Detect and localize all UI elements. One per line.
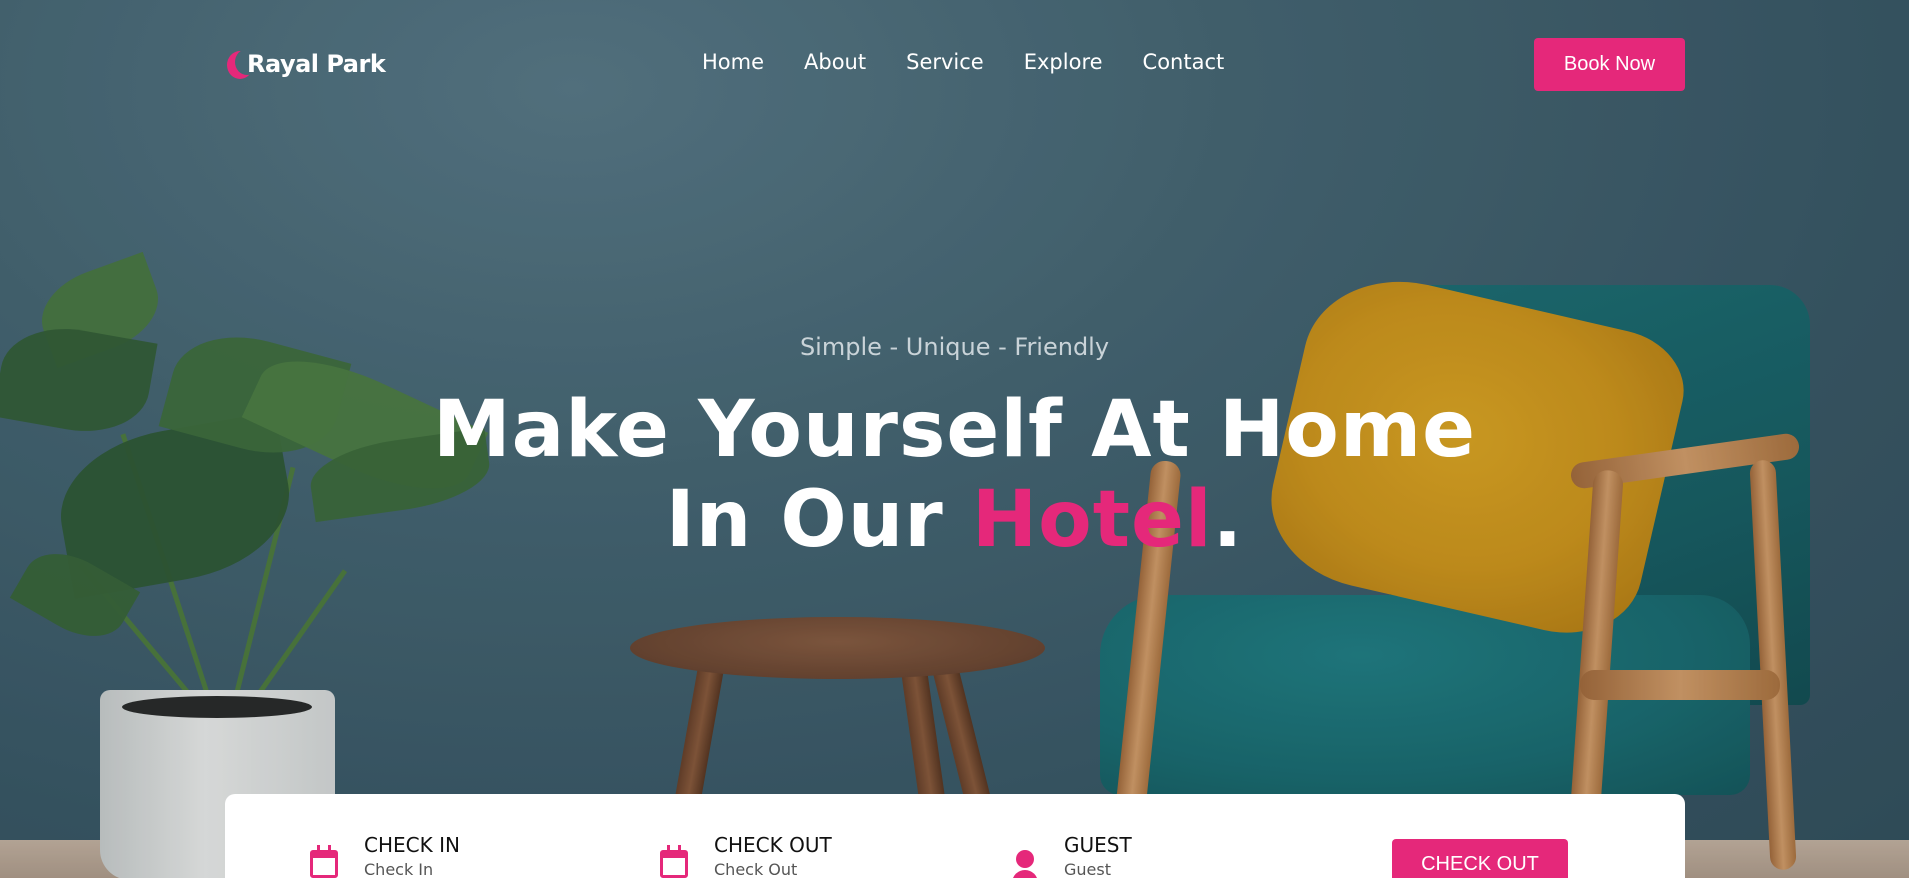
check-out-submit-button[interactable]: CHECK OUT <box>1392 839 1568 878</box>
headline-line-2-suffix: . <box>1212 475 1244 565</box>
calendar-icon <box>310 845 340 878</box>
top-navbar: Rayal Park Home About Service Explore Co… <box>0 0 1909 130</box>
logo-text: Rayal Park <box>247 50 386 78</box>
headline-line-1: Make Yourself At Home <box>433 385 1476 475</box>
check-in-input[interactable]: Check In <box>364 860 460 878</box>
nav-link-about[interactable]: About <box>804 50 866 74</box>
check-out-field[interactable]: CHECK OUT Check Out <box>660 834 832 878</box>
nav-link-contact[interactable]: Contact <box>1143 50 1225 74</box>
calendar-icon <box>660 845 690 878</box>
guest-field[interactable]: GUEST Guest <box>1010 834 1132 878</box>
guest-label: GUEST <box>1064 833 1132 857</box>
nav-link-home[interactable]: Home <box>702 50 764 74</box>
nav-link-explore[interactable]: Explore <box>1024 50 1103 74</box>
book-now-button[interactable]: Book Now <box>1534 38 1685 91</box>
user-icon <box>1010 846 1040 878</box>
logo[interactable]: Rayal Park <box>225 44 386 84</box>
main-menu: Home About Service Explore Contact <box>702 50 1264 74</box>
headline-line-2-prefix: In Our <box>665 475 972 565</box>
hero-tagline: Simple - Unique - Friendly <box>799 333 1110 361</box>
nav-link-service[interactable]: Service <box>906 50 984 74</box>
check-in-field[interactable]: CHECK IN Check In <box>310 834 460 878</box>
headline-accent-word: Hotel <box>971 475 1213 565</box>
check-in-label: CHECK IN <box>364 833 460 857</box>
guest-input[interactable]: Guest <box>1064 860 1132 878</box>
check-out-label: CHECK OUT <box>714 833 832 857</box>
booking-panel: CHECK IN Check In CHECK OUT Check Out GU… <box>225 794 1685 878</box>
hero-headline: Make Yourself At Home In Our Hotel. <box>0 385 1909 565</box>
check-out-input[interactable]: Check Out <box>714 860 832 878</box>
